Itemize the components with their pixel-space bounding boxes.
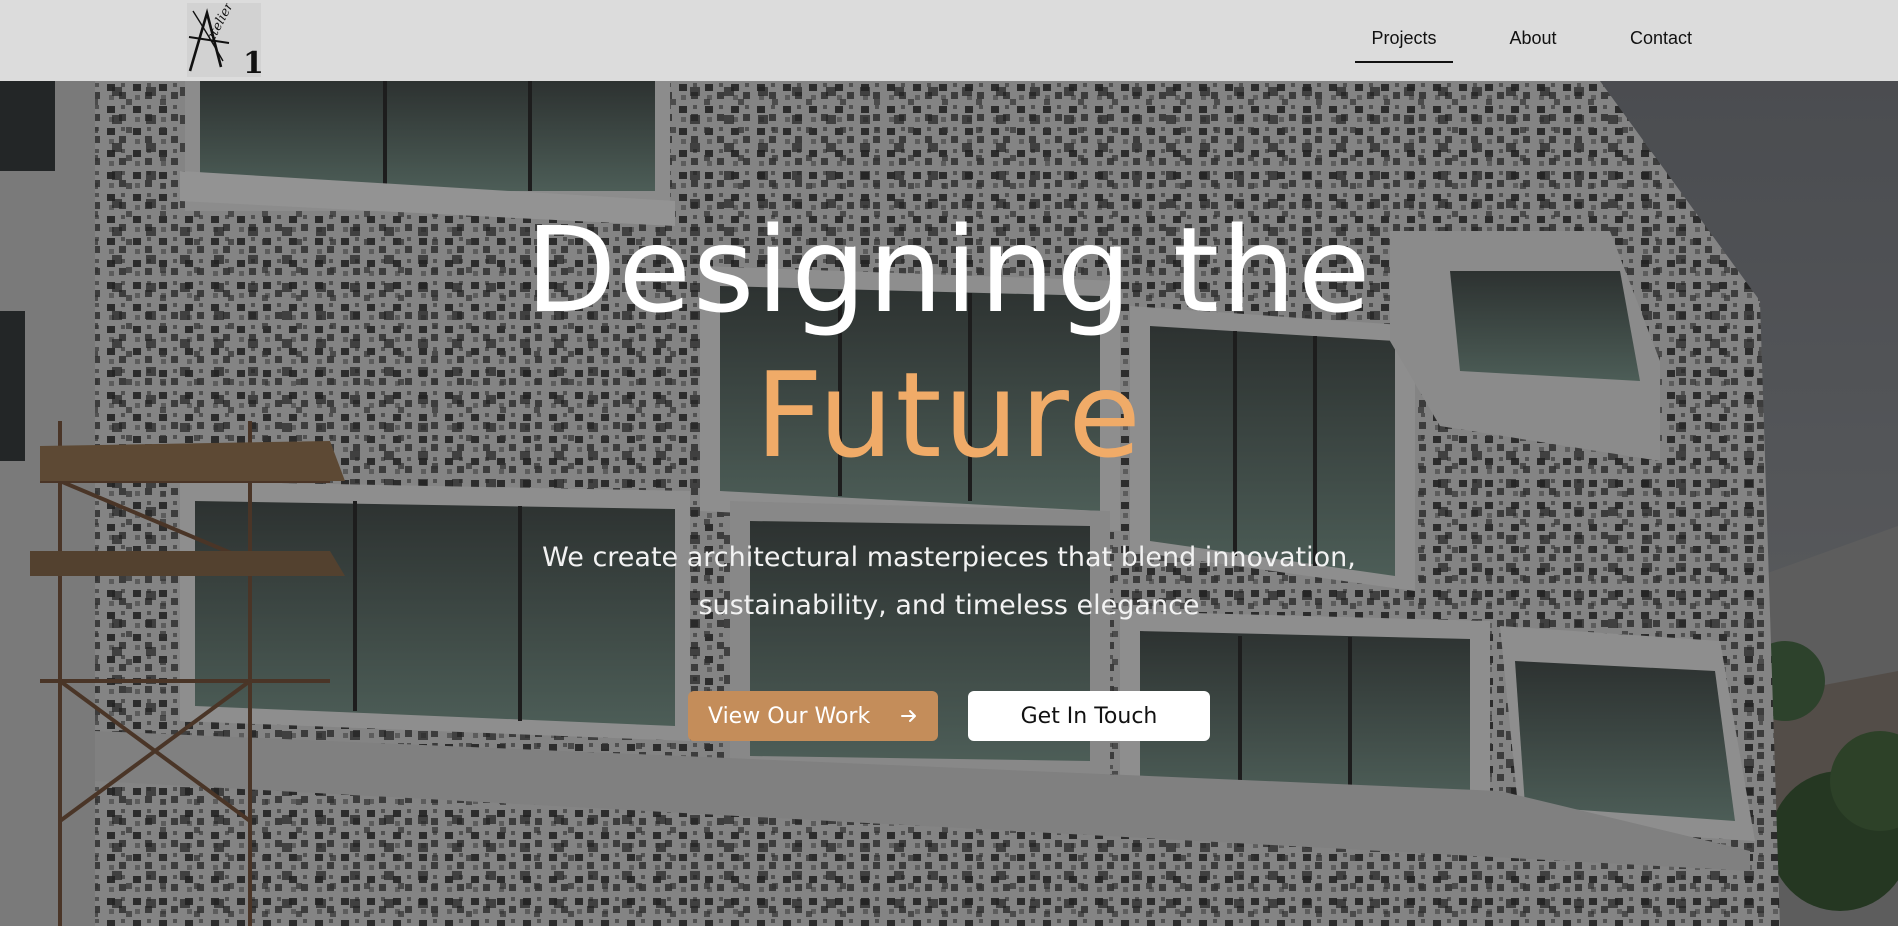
hero-title-accent: Future — [755, 346, 1143, 484]
hero-title-line1: Designing the — [525, 201, 1373, 339]
nav-projects-link[interactable]: Projects — [1355, 28, 1453, 49]
get-in-touch-label: Get In Touch — [1020, 703, 1158, 729]
hero-subtitle-line1: We create architectural masterpieces tha… — [542, 542, 1356, 573]
nav-contact-link[interactable]: Contact — [1614, 28, 1708, 49]
nav-about-link[interactable]: About — [1488, 28, 1578, 49]
arrow-right-icon — [901, 710, 916, 722]
view-our-work-label: View Our Work — [708, 703, 871, 729]
hero-subtitle-line2: sustainability, and timeless elegance — [698, 590, 1200, 621]
view-our-work-button[interactable]: View Our Work — [688, 691, 938, 741]
site-header: atelier 1 Projects About Contact — [0, 0, 1898, 81]
nav-active-indicator — [1355, 61, 1453, 63]
main-nav: Projects About Contact — [0, 0, 1898, 81]
hero-subtitle: We create architectural masterpieces tha… — [0, 534, 1898, 630]
hero-section: Designing the Future We create architect… — [0, 81, 1898, 926]
get-in-touch-button[interactable]: Get In Touch — [968, 691, 1210, 741]
